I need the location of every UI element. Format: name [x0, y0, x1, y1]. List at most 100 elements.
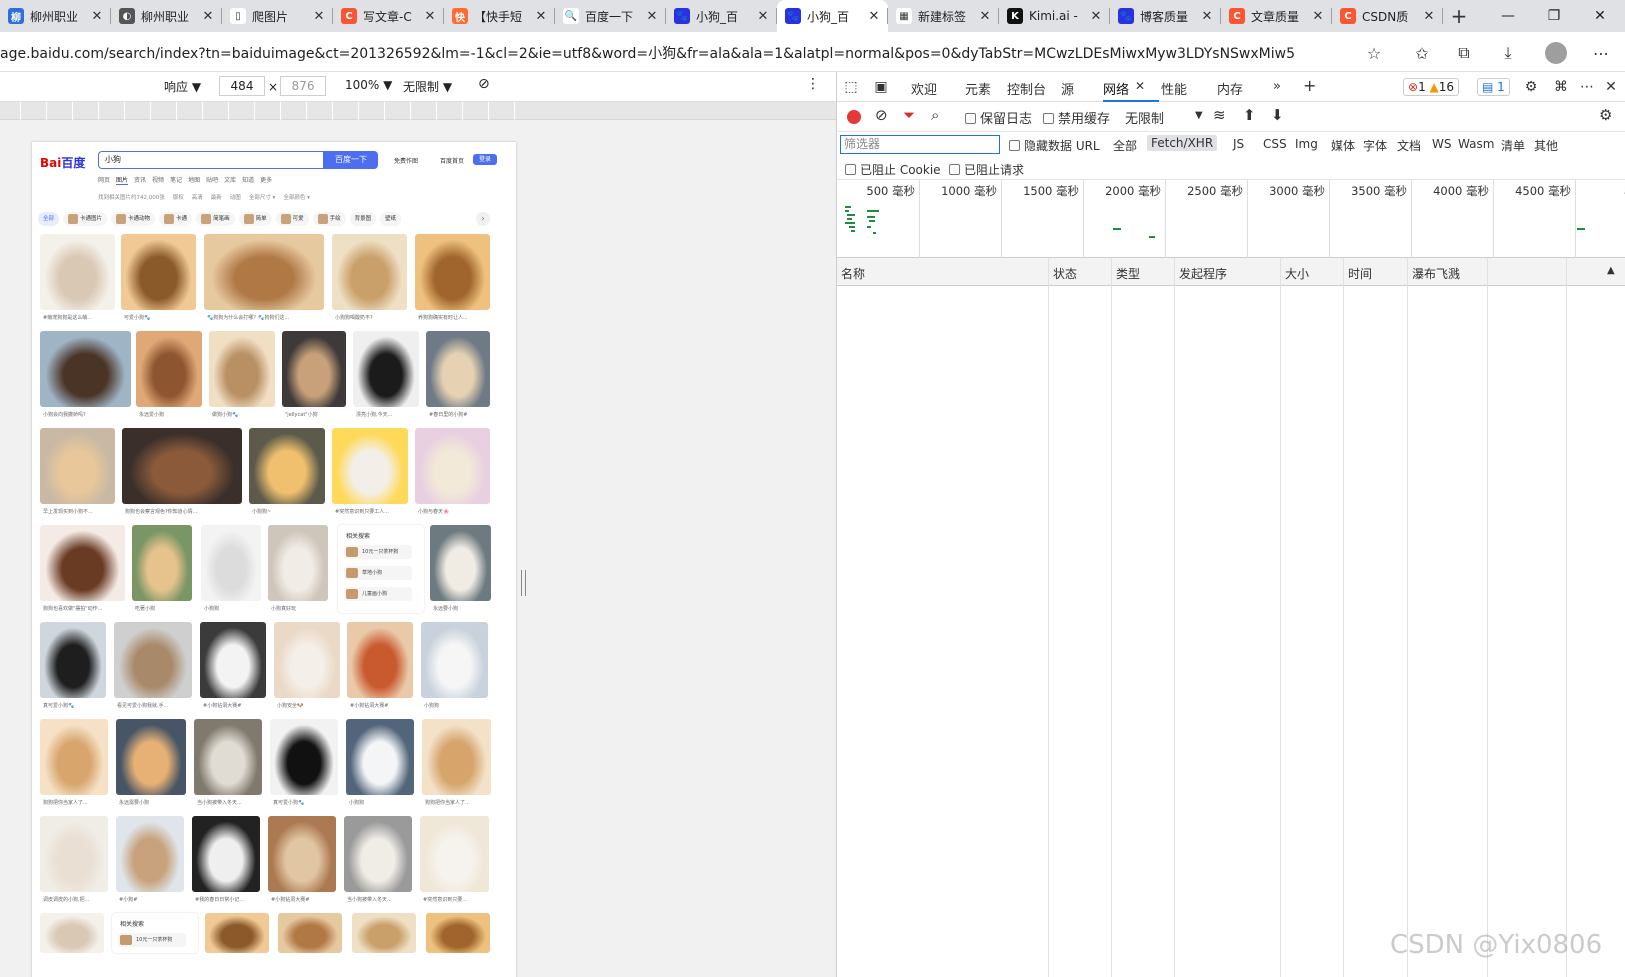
device-mode-select[interactable]: 响应 ▼: [164, 78, 201, 95]
image-result[interactable]: [422, 719, 491, 795]
zoom-select[interactable]: 100% ▼: [345, 78, 392, 92]
baidu-nav-item[interactable]: 地图: [188, 175, 200, 185]
image-result[interactable]: [40, 913, 104, 953]
url-field[interactable]: age.baidu.com/search/index?tn=baiduimage…: [0, 43, 1295, 63]
image-caption[interactable]: 小狗会向我撒娇吗?: [43, 411, 131, 418]
resource-type-filter[interactable]: 清单: [1501, 137, 1525, 154]
issue-counter[interactable]: ⊗1 ▲16: [1403, 78, 1460, 96]
baidu-chip[interactable]: 简笔画: [196, 212, 235, 226]
collections-icon[interactable]: ⧉: [1452, 41, 1476, 65]
network-overview-timeline[interactable]: 500 毫秒 1000 毫秒 1500 毫秒 2000 毫秒 2500 毫秒 3000 毫…: [837, 180, 1625, 258]
image-result[interactable]: [346, 719, 414, 795]
tab-network[interactable]: 网络: [1103, 79, 1129, 98]
image-result[interactable]: [415, 428, 490, 504]
tab-sources[interactable]: 源: [1061, 79, 1074, 98]
close-tab-icon[interactable]: ✕: [200, 9, 216, 24]
profile-icon[interactable]: [1544, 41, 1568, 65]
image-result[interactable]: [40, 719, 108, 795]
image-caption[interactable]: 当小狗被带入冬天...: [197, 799, 262, 806]
image-result[interactable]: [270, 719, 338, 795]
image-result[interactable]: [204, 234, 324, 310]
image-result[interactable]: [249, 428, 325, 504]
image-caption[interactable]: #小狗#: [119, 896, 184, 903]
browser-tab[interactable]: C CSDN质 ✕: [1332, 0, 1443, 32]
more-icon[interactable]: ⋯: [1589, 41, 1613, 65]
device-toggle-icon[interactable]: ▣: [871, 77, 891, 97]
close-tab-icon[interactable]: ✕: [1310, 9, 1326, 24]
baidu-filter-item[interactable]: 全部颜色 ▾: [283, 193, 310, 201]
free-design-link[interactable]: 免费作图: [394, 156, 418, 165]
column-waterfall[interactable]: 瀑布飞溅: [1412, 265, 1460, 282]
settings-gear-icon[interactable]: ⚙: [1521, 77, 1541, 97]
image-caption[interactable]: 早上发现买到小狗不...: [43, 508, 115, 515]
resource-type-filter[interactable]: CSS: [1263, 137, 1287, 151]
image-result[interactable]: [200, 622, 266, 698]
image-caption[interactable]: 真可爱小狗🐾: [43, 702, 106, 709]
image-result[interactable]: [352, 913, 416, 953]
baidu-filter-item[interactable]: 全部尺寸 ▾: [249, 193, 276, 201]
image-caption[interactable]: 狗狗把你当家人了...: [425, 799, 491, 806]
image-result[interactable]: [347, 622, 413, 698]
image-caption[interactable]: 狗狗也喜欢做"摆拍"动作...: [43, 605, 125, 612]
tab-console[interactable]: 控制台: [1007, 79, 1046, 98]
close-devtools-icon[interactable]: ✕: [1601, 77, 1621, 97]
resource-type-filter[interactable]: 媒体: [1331, 137, 1355, 154]
image-result[interactable]: [344, 816, 412, 892]
search-icon[interactable]: ⌕: [931, 106, 939, 124]
chip-next-button[interactable]: ›: [476, 212, 490, 226]
close-tab-icon[interactable]: ✕: [311, 9, 327, 24]
image-result[interactable]: [194, 719, 262, 795]
image-result[interactable]: [40, 622, 106, 698]
baidu-filter-item[interactable]: 最新: [211, 193, 222, 201]
hide-data-url-checkbox[interactable]: 隐藏数据 URL: [1009, 137, 1100, 154]
baidu-nav-item[interactable]: 更多: [260, 175, 272, 185]
filter-icon[interactable]: ⏷: [903, 106, 915, 124]
column-status[interactable]: 状态: [1053, 265, 1077, 282]
image-result[interactable]: [40, 525, 125, 601]
browser-tab[interactable]: 🔍 百度一下 ✕: [555, 0, 666, 32]
record-icon[interactable]: [847, 110, 861, 124]
login-button[interactable]: 登录: [473, 154, 497, 165]
baidu-nav-item[interactable]: 贴吧: [206, 175, 218, 185]
disable-cache-checkbox[interactable]: 禁用缓存: [1043, 108, 1110, 127]
close-tab-icon[interactable]: ✕: [89, 9, 105, 24]
image-result[interactable]: [122, 428, 242, 504]
preserve-log-checkbox[interactable]: 保留日志: [965, 108, 1032, 127]
image-result[interactable]: [132, 525, 192, 601]
image-result[interactable]: [116, 719, 186, 795]
related-search-item[interactable]: 草地小狗: [344, 566, 412, 580]
close-tab-icon[interactable]: ✕: [533, 9, 549, 24]
baidu-chip[interactable]: 卡通动物: [111, 212, 156, 226]
image-caption[interactable]: 调皮调皮的小狗,把...: [43, 896, 108, 903]
network-settings-icon[interactable]: ⚙: [1599, 106, 1612, 124]
close-tab-icon[interactable]: ✕: [644, 9, 660, 24]
baidu-nav-item[interactable]: 笔记: [170, 175, 182, 185]
baidu-filter-item[interactable]: 高清: [192, 193, 203, 201]
baidu-chip[interactable]: 全部: [38, 212, 60, 226]
image-result[interactable]: [415, 234, 490, 310]
network-throttle-select[interactable]: 无限制: [1125, 108, 1164, 127]
baidu-nav-item[interactable]: 图片: [116, 175, 129, 185]
image-caption[interactable]: 永远需要小狗: [119, 799, 186, 806]
image-result[interactable]: [420, 816, 489, 892]
baidu-nav-item[interactable]: 文库: [224, 175, 236, 185]
width-input[interactable]: 484: [219, 76, 265, 96]
tab-memory[interactable]: 内存: [1217, 79, 1243, 98]
dock-icon[interactable]: ⌘: [1551, 77, 1571, 97]
baidu-chip[interactable]: 可爱: [275, 212, 309, 226]
image-result[interactable]: [426, 331, 490, 407]
image-result[interactable]: [353, 331, 419, 407]
image-caption[interactable]: 狗狗把你当家人了...: [43, 799, 108, 806]
image-caption[interactable]: 小狗狗~: [252, 508, 325, 515]
column-name[interactable]: 名称: [841, 265, 865, 282]
baidu-chip[interactable]: 手绘: [312, 212, 346, 226]
devtools-more-icon[interactable]: ⋯: [1577, 77, 1597, 97]
browser-tab[interactable]: 🐾 小狗_百 ✕: [666, 0, 777, 32]
close-network-tab-icon[interactable]: ✕: [1135, 79, 1145, 93]
image-result[interactable]: [192, 816, 260, 892]
related-search-item[interactable]: 10元一只茶杯狗: [118, 933, 186, 947]
close-tab-icon[interactable]: ✕: [1421, 9, 1437, 24]
network-filter-input[interactable]: 筛选器: [840, 135, 1000, 154]
image-caption[interactable]: 养狗狗确实有时让人...: [418, 314, 490, 321]
image-result[interactable]: [40, 816, 108, 892]
